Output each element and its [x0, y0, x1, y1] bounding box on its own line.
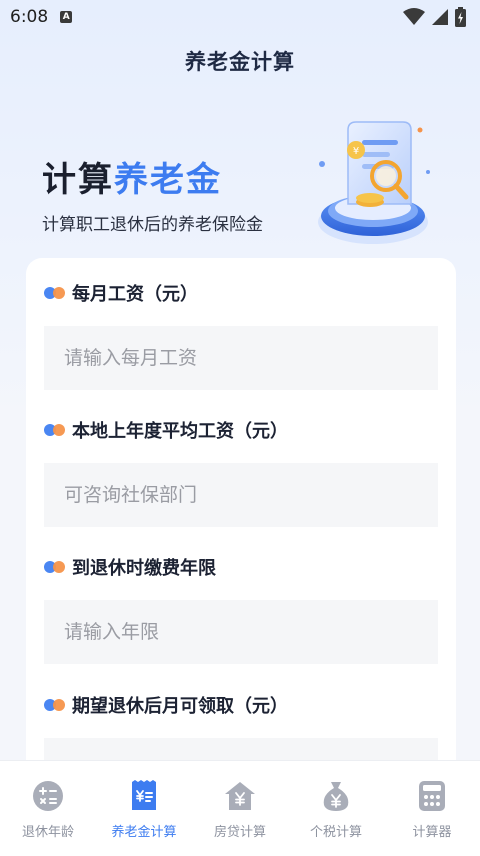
tab-label: 个税计算	[309, 825, 362, 840]
bullet-dots-icon	[44, 561, 66, 573]
field-label: 到退休时缴费年限	[44, 552, 438, 582]
receipt-icon	[132, 780, 156, 810]
pension-illustration-icon: ¥	[318, 121, 430, 244]
page-title: 养老金计算	[185, 50, 295, 74]
battery-icon	[455, 7, 466, 27]
hero-title-part1: 计算	[42, 160, 114, 200]
tab-mortgage-calculation[interactable]: 房贷计算	[192, 761, 288, 840]
tab-label: 退休年龄	[21, 825, 74, 840]
field-label: 每月工资（元）	[44, 278, 438, 308]
tab-label: 计算器	[412, 825, 452, 840]
hero-title-accent: 养老金	[114, 160, 222, 200]
calculator-circle-icon	[33, 781, 63, 811]
monthly-salary-field: 每月工资（元）	[44, 278, 438, 390]
monthly-salary-label: 每月工资（元）	[72, 284, 198, 305]
field-label: 期望退休后月可领取（元）	[44, 690, 438, 720]
local-average-salary-field: 本地上年度平均工资（元）	[44, 415, 438, 527]
bullet-dots-icon	[44, 424, 66, 436]
tab-calculator[interactable]: 计算器	[384, 761, 480, 840]
signal-icon	[432, 9, 448, 25]
house-yen-icon	[225, 782, 255, 810]
tab-label: 房贷计算	[213, 825, 266, 840]
hero-subtitle: 计算职工退休后的养老保险金	[42, 215, 263, 235]
contribution-years-label: 到退休时缴费年限	[72, 558, 216, 579]
wifi-icon	[403, 8, 425, 25]
bullet-dots-icon	[44, 287, 66, 299]
tab-retirement-age[interactable]: 退休年龄	[0, 761, 96, 840]
calculator-icon	[419, 781, 445, 811]
contribution-years-input[interactable]	[44, 600, 438, 664]
bullet-dots-icon	[44, 699, 66, 711]
status-bar: 6:08 A	[0, 0, 480, 34]
status-time: 6:08	[10, 7, 49, 27]
bottom-tab-bar: 退休年龄 养老金计算 房贷计算 个税计算 计算器	[0, 760, 480, 856]
tab-pension-calculation[interactable]: 养老金计算	[96, 761, 192, 840]
contribution-years-field: 到退休时缴费年限	[44, 552, 438, 664]
local-average-salary-input[interactable]	[44, 463, 438, 527]
field-label: 本地上年度平均工资（元）	[44, 415, 438, 445]
tab-income-tax-calculation[interactable]: 个税计算	[288, 761, 384, 840]
local-average-salary-label: 本地上年度平均工资（元）	[72, 421, 288, 442]
notification-icon: A	[60, 11, 73, 23]
svg-text:¥: ¥	[353, 146, 359, 157]
hero-title: 计算养老金	[42, 152, 222, 201]
expected-monthly-pension-label: 期望退休后月可领取（元）	[72, 696, 288, 717]
money-bag-icon	[323, 782, 349, 811]
monthly-salary-input[interactable]	[44, 326, 438, 390]
tab-label: 养老金计算	[111, 825, 177, 840]
pension-form-card: 每月工资（元） 本地上年度平均工资（元） 到退休时缴费年限 期望退休后月可领取（…	[26, 258, 456, 802]
